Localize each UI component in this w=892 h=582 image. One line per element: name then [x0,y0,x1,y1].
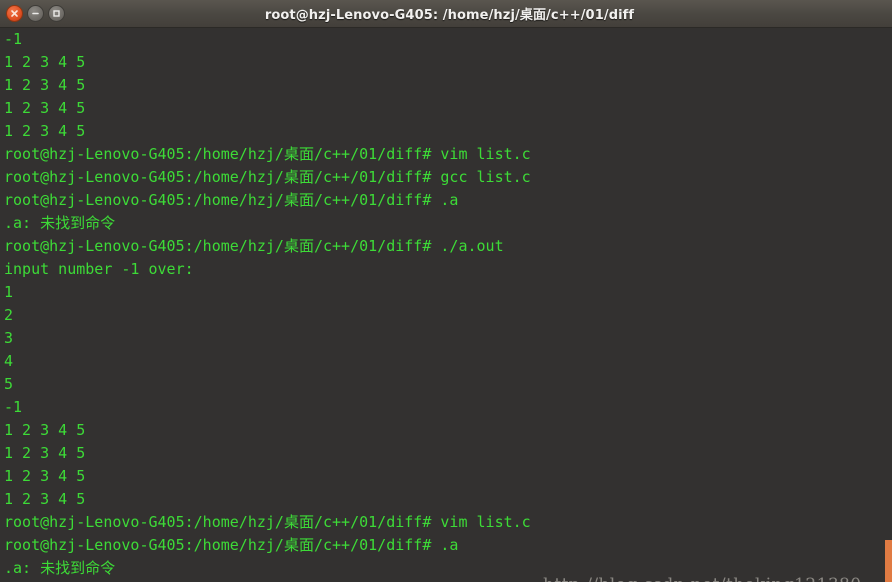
terminal-line: 1 [4,283,14,301]
terminal-line: .a: 未找到命令 [4,559,116,577]
terminal-line: root@hzj-Lenovo-G405:/home/hzj/桌面/c++/01… [4,513,531,531]
close-button[interactable] [6,5,23,22]
terminal-line: -1 [4,30,23,48]
terminal-line: root@hzj-Lenovo-G405:/home/hzj/桌面/c++/01… [4,237,504,255]
terminal-line: 1 2 3 4 5 [4,444,86,462]
terminal-line: -1 [4,398,23,416]
terminal-line: 5 [4,375,14,393]
terminal-line: 1 2 3 4 5 [4,53,86,71]
terminal-line: 2 [4,306,14,324]
terminal-line: root@hzj-Lenovo-G405:/home/hzj/桌面/c++/01… [4,191,459,209]
terminal-line: 1 2 3 4 5 [4,421,86,439]
minimize-button[interactable] [27,5,44,22]
terminal-line: root@hzj-Lenovo-G405:/home/hzj/桌面/c++/01… [4,536,459,554]
terminal-line: 1 2 3 4 5 [4,99,86,117]
maximize-button[interactable] [48,5,65,22]
terminal-line: 1 2 3 4 5 [4,122,86,140]
scrollbar-thumb[interactable] [885,540,892,582]
terminal-output-area[interactable]: -1 1 2 3 4 5 1 2 3 4 5 1 2 3 4 5 1 2 3 4 5 ro… [0,28,892,582]
terminal-line: 4 [4,352,14,370]
window-title: root@hzj-Lenovo-G405: /home/hzj/桌面/c++/0… [264,8,635,23]
terminal-line: 3 [4,329,14,347]
close-icon [11,10,18,17]
terminal-line: 1 2 3 4 5 [4,76,86,94]
terminal-line: .a: 未找到命令 [4,214,116,232]
title-bar: root@hzj-Lenovo-G405: /home/hzj/桌面/c++/0… [0,0,892,28]
terminal-window: root@hzj-Lenovo-G405: /home/hzj/桌面/c++/0… [0,0,892,582]
terminal-scrollbar[interactable] [885,28,892,582]
terminal-lines: -1 1 2 3 4 5 1 2 3 4 5 1 2 3 4 5 1 2 3 4 5 ro… [4,28,892,580]
window-controls [6,5,65,22]
maximize-icon [53,10,60,17]
terminal-line: 1 2 3 4 5 [4,490,86,508]
terminal-line: root@hzj-Lenovo-G405:/home/hzj/桌面/c++/01… [4,168,531,186]
minimize-icon [32,12,39,15]
terminal-line: root@hzj-Lenovo-G405:/home/hzj/桌面/c++/01… [4,145,531,163]
terminal-line: input number -1 over: [4,260,194,278]
terminal-line: 1 2 3 4 5 [4,467,86,485]
